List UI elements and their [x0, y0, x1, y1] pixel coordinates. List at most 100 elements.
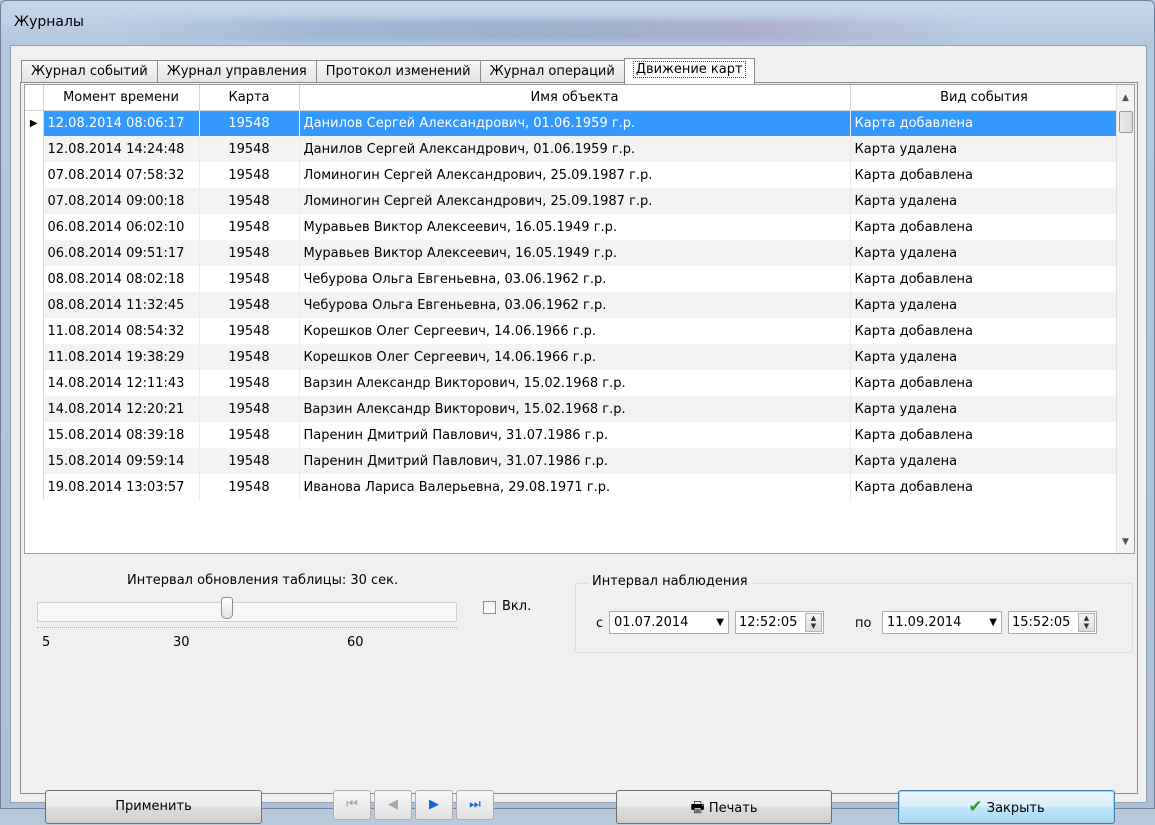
cell-object-name[interactable]: Данилов Сергей Александрович, 01.06.1959… — [299, 136, 851, 162]
cell-card[interactable]: 19548 — [199, 266, 300, 292]
cell-event-type[interactable]: Карта удалена — [850, 240, 1119, 266]
auto-refresh-label[interactable]: Вкл. — [502, 599, 531, 614]
cell-card[interactable]: 19548 — [199, 214, 300, 240]
chevron-down-icon[interactable]: ▼ — [716, 612, 724, 633]
print-button[interactable]: 🖶 Печать — [616, 790, 832, 824]
refresh-slider-track[interactable] — [37, 602, 457, 622]
cell-event-type[interactable]: Карта добавлена — [850, 162, 1119, 188]
cell-time[interactable]: 06.08.2014 06:02:10 — [43, 214, 200, 240]
to-date-picker[interactable]: 11.09.2014 ▼ — [882, 611, 1002, 634]
scrollbar-thumb[interactable] — [1119, 111, 1133, 133]
auto-refresh-checkbox[interactable] — [483, 601, 496, 614]
cell-object-name[interactable]: Чебурова Ольга Евгеньевна, 03.06.1962 г.… — [299, 266, 851, 292]
table-row[interactable]: 14.08.2014 12:11:43 19548 Варзин Александр… — [25, 370, 1119, 396]
previous-page-button[interactable]: ◀ — [374, 790, 412, 820]
cell-object-name[interactable]: Корешков Олег Сергеевич, 14.06.1966 г.р. — [299, 344, 851, 370]
table-row[interactable]: 07.08.2014 07:58:32 19548 Ломиногин Сергей… — [25, 162, 1119, 188]
row-indicator[interactable] — [25, 240, 44, 266]
cell-object-name[interactable]: Паренин Дмитрий Павлович, 31.07.1986 г.р… — [299, 422, 851, 448]
table-row[interactable]: 08.08.2014 11:32:45 19548 Чебурова Ольга Е… — [25, 292, 1119, 318]
card-movement-grid[interactable]: Момент времени Карта Имя объекта Вид соб… — [24, 84, 1135, 554]
title-bar[interactable]: Журналы — [1, 1, 1154, 45]
table-row[interactable]: 06.08.2014 06:02:10 19548 Муравьев Виктор … — [25, 214, 1119, 240]
table-row[interactable]: ▶ 12.08.2014 08:06:17 19548 Данилов Сергей … — [25, 110, 1119, 136]
row-indicator[interactable] — [25, 474, 44, 500]
tab-event-journal[interactable]: Журнал событий — [21, 60, 158, 83]
tab-change-log[interactable]: Протокол изменений — [315, 60, 481, 83]
cell-object-name[interactable]: Иванова Лариса Валерьевна, 29.08.1971 г.… — [299, 474, 851, 500]
row-indicator[interactable] — [25, 396, 44, 422]
table-row[interactable]: 15.08.2014 08:39:18 19548 Паренин Дмитрий … — [25, 422, 1119, 448]
cell-event-type[interactable]: Карта удалена — [850, 136, 1119, 162]
row-indicator[interactable] — [25, 188, 44, 214]
row-indicator[interactable] — [25, 214, 44, 240]
cell-time[interactable]: 11.08.2014 08:54:32 — [43, 318, 200, 344]
cell-card[interactable]: 19548 — [199, 422, 300, 448]
cell-time[interactable]: 12.08.2014 14:24:48 — [43, 136, 200, 162]
cell-event-type[interactable]: Карта удалена — [850, 344, 1119, 370]
cell-object-name[interactable]: Муравьев Виктор Алексеевич, 16.05.1949 г… — [299, 240, 851, 266]
row-indicator[interactable] — [25, 422, 44, 448]
cell-time[interactable]: 07.08.2014 09:00:18 — [43, 188, 200, 214]
table-row[interactable]: 11.08.2014 08:54:32 19548 Корешков Олег Се… — [25, 318, 1119, 344]
cell-time[interactable]: 07.08.2014 07:58:32 — [43, 162, 200, 188]
cell-time[interactable]: 14.08.2014 12:11:43 — [43, 370, 200, 396]
cell-card[interactable]: 19548 — [199, 448, 300, 474]
cell-time[interactable]: 15.08.2014 09:59:14 — [43, 448, 200, 474]
cell-object-name[interactable]: Чебурова Ольга Евгеньевна, 03.06.1962 г.… — [299, 292, 851, 318]
cell-time[interactable]: 15.08.2014 08:39:18 — [43, 422, 200, 448]
cell-card[interactable]: 19548 — [199, 162, 300, 188]
cell-card[interactable]: 19548 — [199, 110, 300, 136]
table-row[interactable]: 07.08.2014 09:00:18 19548 Ломиногин Сергей… — [25, 188, 1119, 214]
cell-event-type[interactable]: Карта удалена — [850, 188, 1119, 214]
spin-updown-icon[interactable]: ▲ ▼ — [1078, 613, 1095, 632]
table-row[interactable]: 12.08.2014 14:24:48 19548 Данилов Сергей А… — [25, 136, 1119, 162]
cell-time[interactable]: 08.08.2014 11:32:45 — [43, 292, 200, 318]
cell-event-type[interactable]: Карта добавлена — [850, 110, 1119, 136]
cell-time[interactable]: 14.08.2014 12:20:21 — [43, 396, 200, 422]
column-header-card[interactable]: Карта — [199, 85, 300, 111]
cell-time[interactable]: 12.08.2014 08:06:17 — [43, 110, 200, 136]
cell-event-type[interactable]: Карта добавлена — [850, 474, 1119, 500]
cell-object-name[interactable]: Муравьев Виктор Алексеевич, 16.05.1949 г… — [299, 214, 851, 240]
close-button[interactable]: ✔ Закрыть — [898, 790, 1115, 824]
cell-card[interactable]: 19548 — [199, 474, 300, 500]
to-time-spinner[interactable]: 15:52:05 ▲ ▼ — [1008, 611, 1097, 634]
cell-time[interactable]: 06.08.2014 09:51:17 — [43, 240, 200, 266]
from-date-picker[interactable]: 01.07.2014 ▼ — [609, 611, 729, 634]
cell-time[interactable]: 08.08.2014 08:02:18 — [43, 266, 200, 292]
row-pointer-icon[interactable]: ▶ — [25, 110, 44, 136]
tab-control-journal[interactable]: Журнал управления — [156, 60, 317, 83]
cell-object-name[interactable]: Корешков Олег Сергеевич, 14.06.1966 г.р. — [299, 318, 851, 344]
row-indicator[interactable] — [25, 292, 44, 318]
table-row[interactable]: 19.08.2014 13:03:57 19548 Иванова Лариса В… — [25, 474, 1119, 500]
cell-object-name[interactable]: Паренин Дмитрий Павлович, 31.07.1986 г.р… — [299, 448, 851, 474]
table-row[interactable]: 06.08.2014 09:51:17 19548 Муравьев Виктор … — [25, 240, 1119, 266]
cell-event-type[interactable]: Карта добавлена — [850, 370, 1119, 396]
scroll-down-icon[interactable]: ▼ — [1117, 534, 1134, 551]
tab-operations-journal[interactable]: Журнал операций — [479, 60, 625, 83]
cell-object-name[interactable]: Варзин Александр Викторович, 15.02.1968 … — [299, 396, 851, 422]
row-indicator[interactable] — [25, 344, 44, 370]
row-indicator[interactable] — [25, 162, 44, 188]
from-time-spinner[interactable]: 12:52:05 ▲ ▼ — [735, 611, 824, 634]
row-indicator[interactable] — [25, 136, 44, 162]
table-row[interactable]: 11.08.2014 19:38:29 19548 Корешков Олег Се… — [25, 344, 1119, 370]
cell-object-name[interactable]: Варзин Александр Викторович, 15.02.1968 … — [299, 370, 851, 396]
table-row[interactable]: 14.08.2014 12:20:21 19548 Варзин Александр… — [25, 396, 1119, 422]
spin-updown-icon[interactable]: ▲ ▼ — [805, 613, 822, 632]
row-indicator[interactable] — [25, 266, 44, 292]
cell-event-type[interactable]: Карта добавлена — [850, 318, 1119, 344]
cell-card[interactable]: 19548 — [199, 370, 300, 396]
tab-card-movement[interactable]: Движение карт — [623, 58, 755, 84]
cell-card[interactable]: 19548 — [199, 188, 300, 214]
row-indicator[interactable] — [25, 370, 44, 396]
table-row[interactable]: 15.08.2014 09:59:14 19548 Паренин Дмитрий … — [25, 448, 1119, 474]
cell-event-type[interactable]: Карта удалена — [850, 396, 1119, 422]
apply-button[interactable]: Применить — [45, 790, 262, 824]
cell-object-name[interactable]: Данилов Сергей Александрович, 01.06.1959… — [299, 110, 851, 136]
cell-object-name[interactable]: Ломиногин Сергей Александрович, 25.09.19… — [299, 188, 851, 214]
column-header-time[interactable]: Момент времени — [43, 85, 200, 111]
cell-time[interactable]: 11.08.2014 19:38:29 — [43, 344, 200, 370]
next-page-button[interactable]: ▶ — [415, 790, 453, 820]
